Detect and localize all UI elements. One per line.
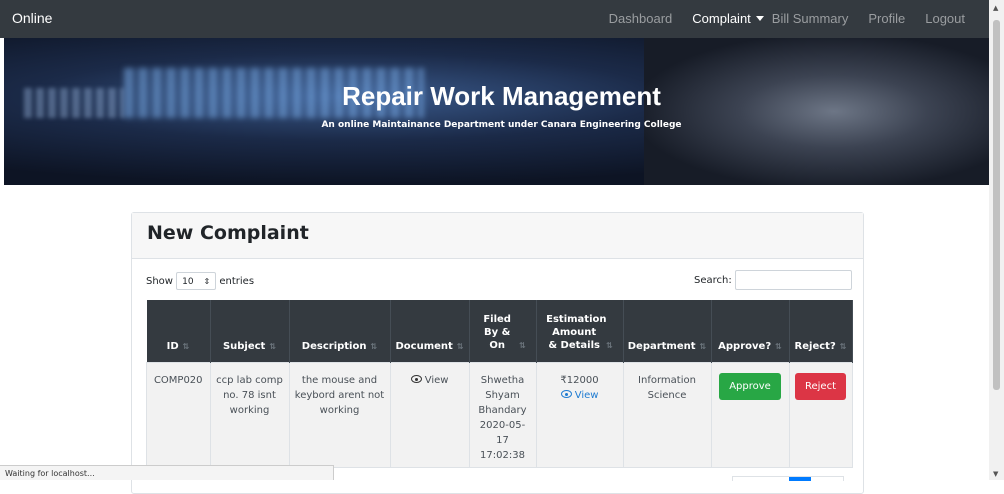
nav-dashboard[interactable]: Dashboard — [609, 11, 673, 26]
sort-icon: ⇅ — [775, 342, 782, 351]
header-filed[interactable]: Filed By & On ⇅ — [469, 300, 537, 363]
approve-button[interactable]: Approve — [719, 373, 781, 400]
pagination — [732, 476, 844, 481]
top-navbar: Online Dashboard Complaint Bill Summary … — [0, 0, 989, 38]
pagination-active-page[interactable] — [789, 477, 811, 481]
sort-icon: ⇅ — [606, 341, 613, 350]
eye-icon — [410, 375, 422, 383]
cell-description: the mouse and keybord arent not working — [288, 362, 391, 468]
sort-icon: ⇅ — [269, 342, 277, 351]
cell-subject: ccp lab comp no. 78 isnt working — [209, 362, 290, 468]
cell-reject: Reject — [788, 362, 853, 468]
sort-icon: ⇅ — [182, 342, 190, 351]
estimation-view-link[interactable]: View — [560, 390, 598, 401]
entries-value: 10 — [182, 277, 194, 287]
table-header-row: ID ⇅ Subject ⇅ Description ⇅ Document ⇅ File… — [146, 300, 853, 363]
cell-approve: Approve — [710, 362, 790, 468]
sort-icon: ⇅ — [456, 342, 464, 351]
header-reject[interactable]: Reject? ⇅ — [789, 300, 853, 363]
eye-icon — [560, 390, 572, 398]
table-row: COMP020 ccp lab comp no. 78 isnt working… — [146, 362, 853, 468]
select-arrows-icon: ⇕ — [203, 277, 211, 286]
vertical-scrollbar[interactable]: ▲ ▼ — [989, 0, 1004, 480]
reject-button[interactable]: Reject — [794, 373, 846, 400]
sort-icon: ⇅ — [370, 342, 378, 351]
sort-icon: ⇅ — [839, 342, 847, 351]
card-title: New Complaint — [147, 222, 309, 244]
search-control: Search: — [694, 270, 852, 290]
scroll-down-icon[interactable]: ▼ — [993, 470, 998, 478]
nav-profile[interactable]: Profile — [868, 11, 905, 26]
caret-down-icon — [755, 16, 764, 21]
nav-complaint-label: Complaint — [692, 11, 751, 26]
hero-title: Repair Work Management — [342, 81, 661, 111]
document-view-link[interactable]: View — [410, 375, 448, 386]
complaint-table: ID ⇅ Subject ⇅ Description ⇅ Document ⇅ File… — [146, 300, 853, 468]
entries-label: entries — [219, 276, 255, 287]
search-input[interactable] — [734, 270, 852, 290]
header-description[interactable]: Description ⇅ — [289, 300, 391, 363]
filed-on: 2020-05-17 17:02:38 — [479, 420, 526, 461]
cell-document: View — [389, 362, 470, 468]
sort-icon: ⇅ — [699, 342, 707, 351]
cell-id: COMP020 — [146, 362, 211, 468]
brand-link[interactable]: Online — [12, 10, 52, 26]
nav-bill-summary[interactable]: Bill Summary — [772, 11, 849, 26]
header-estimation[interactable]: Estimation Amount & Details ⇅ — [536, 300, 624, 363]
length-control: Show 10 ⇕ entries — [146, 272, 254, 290]
hero-subtitle: An online Maintainance Department under … — [321, 120, 682, 130]
scroll-thumb[interactable] — [993, 20, 1000, 390]
cell-department: Information Science — [622, 362, 712, 468]
nav-complaint-dropdown[interactable]: Complaint — [692, 11, 764, 26]
card-header: New Complaint — [132, 213, 863, 259]
header-department[interactable]: Department ⇅ — [623, 300, 712, 363]
scroll-up-icon[interactable]: ▲ — [993, 4, 998, 12]
sort-icon: ⇅ — [519, 341, 526, 350]
header-id[interactable]: ID ⇅ — [146, 300, 211, 363]
entries-select[interactable]: 10 ⇕ — [176, 272, 217, 290]
filed-by: Shwetha Shyam Bhandary — [478, 375, 527, 416]
cell-estimation: ₹12000 View — [535, 362, 624, 468]
nav-logout[interactable]: Logout — [925, 11, 965, 26]
browser-status-bar: Waiting for localhost... — [0, 465, 334, 480]
hero-banner: Repair Work Management An online Maintai… — [4, 38, 989, 185]
header-subject[interactable]: Subject ⇅ — [210, 300, 290, 363]
estimation-amount: ₹12000 — [560, 375, 599, 386]
header-approve[interactable]: Approve? ⇅ — [711, 300, 790, 363]
header-document[interactable]: Document ⇅ — [390, 300, 470, 363]
nav-menu: Dashboard Complaint Bill Summary Profile… — [589, 11, 965, 26]
search-label: Search: — [694, 275, 732, 286]
show-label: Show — [146, 276, 173, 287]
cell-filed: Shwetha Shyam Bhandary 2020-05-17 17:02:3… — [468, 362, 537, 468]
